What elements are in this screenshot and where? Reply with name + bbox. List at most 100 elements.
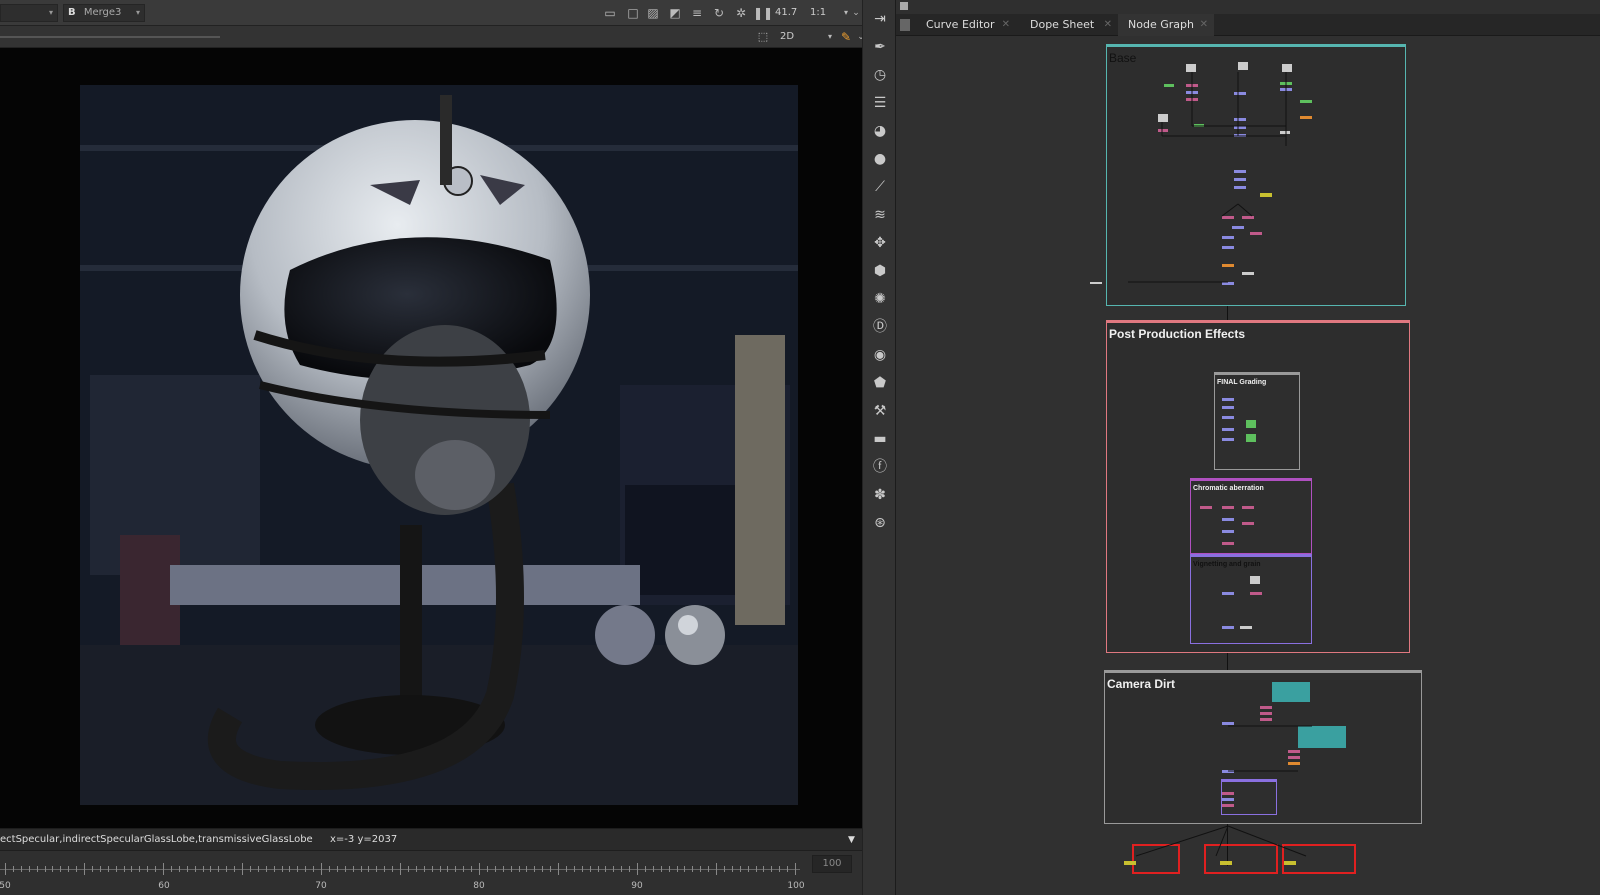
timeline-tick bbox=[526, 866, 528, 872]
chevron-down-icon: ▾ bbox=[48, 8, 53, 17]
timeline-tick bbox=[139, 866, 141, 872]
write-node-3[interactable] bbox=[1282, 844, 1356, 874]
rendered-image bbox=[80, 85, 798, 805]
toolsets-icon[interactable]: ⚒ bbox=[871, 402, 889, 420]
channel-icon[interactable]: ☰ bbox=[871, 94, 889, 112]
overlay-icon[interactable]: ◩ bbox=[667, 5, 683, 21]
circle-icon[interactable]: ● bbox=[871, 150, 889, 168]
close-icon[interactable]: ✕ bbox=[1002, 14, 1010, 36]
timeline-tick bbox=[249, 866, 251, 872]
color-wheel-icon[interactable]: ◕ bbox=[871, 122, 889, 140]
write-node-1[interactable] bbox=[1132, 844, 1180, 874]
pick-color-icon[interactable]: ✎ bbox=[838, 29, 854, 45]
backdrop-vignetting[interactable]: Vignetting and grain bbox=[1190, 554, 1312, 644]
tick-label: 60 bbox=[158, 881, 170, 891]
timeline-tick bbox=[344, 866, 346, 872]
filter-icon[interactable]: ⟋ bbox=[871, 178, 889, 196]
viewer-panel: ▾ B Merge3 ▾ ▭ □ ▨ ◩ ≡ ↻ ✲ ❚❚ 41.7 1:1 ▾… bbox=[0, 0, 865, 895]
write-node-2[interactable] bbox=[1204, 844, 1278, 874]
chevron-down-icon: ▾ bbox=[135, 8, 140, 17]
channels-icon[interactable]: ≡ bbox=[689, 5, 705, 21]
timeline[interactable]: 50 60 70 80 90 100 100 bbox=[0, 850, 862, 895]
input-a-dropdown[interactable]: ▾ bbox=[0, 4, 58, 22]
timeline-tick bbox=[747, 866, 749, 872]
timeline-tick bbox=[558, 863, 559, 875]
timeline-tick bbox=[471, 866, 473, 872]
nukex-icon[interactable]: ✽ bbox=[871, 486, 889, 504]
region-icon[interactable]: □ bbox=[625, 5, 641, 21]
timer-icon[interactable]: ◷ bbox=[871, 66, 889, 84]
roto-pen-icon[interactable]: ✒ bbox=[871, 38, 889, 56]
timeline-tick bbox=[376, 866, 378, 872]
view-mode[interactable]: 2D bbox=[780, 31, 794, 42]
backdrop-chromatic-aberration[interactable]: Chromatic aberration bbox=[1190, 478, 1312, 554]
settings-icon[interactable]: ✲ bbox=[733, 5, 749, 21]
select-region-icon[interactable]: ⬚ bbox=[755, 29, 771, 45]
gain-slider[interactable] bbox=[0, 36, 220, 38]
node[interactable] bbox=[1090, 282, 1102, 284]
wipe-icon[interactable]: ▨ bbox=[645, 5, 661, 21]
node-graph-canvas[interactable]: Base Post Production Effects FINAL Gradi… bbox=[896, 36, 1600, 895]
backdrop-final-grading[interactable]: FINAL Grading bbox=[1214, 372, 1300, 470]
chevron-down-icon[interactable]: ▾ bbox=[822, 29, 838, 45]
timeline-tick bbox=[12, 866, 14, 872]
timeline-tick bbox=[273, 866, 275, 872]
timeline-tick bbox=[115, 866, 117, 872]
metadata-icon[interactable]: ⬟ bbox=[871, 374, 889, 392]
read-node-dirt-1[interactable] bbox=[1272, 682, 1310, 702]
timeline-tick bbox=[431, 866, 433, 872]
timeline-tick bbox=[400, 863, 401, 875]
timeline-tick bbox=[716, 863, 717, 875]
read-node-dirt-2[interactable] bbox=[1298, 726, 1346, 748]
roi-icon[interactable]: ▭ bbox=[602, 5, 618, 21]
cara-icon[interactable]: ⊛ bbox=[871, 514, 889, 532]
end-frame-field[interactable]: 100 bbox=[812, 855, 852, 873]
viewer-canvas[interactable] bbox=[0, 48, 862, 828]
timeline-tick bbox=[210, 866, 212, 872]
timeline-tick bbox=[415, 866, 417, 872]
timeline-tick bbox=[52, 866, 54, 872]
panel-menu-icon[interactable]: ⇥ bbox=[871, 10, 889, 28]
particles-icon[interactable]: ✺ bbox=[871, 290, 889, 308]
timeline-tick bbox=[795, 863, 796, 875]
status-dropdown-icon[interactable]: ▼ bbox=[848, 829, 855, 851]
backdrop-dirt-merge[interactable] bbox=[1221, 779, 1277, 815]
timeline-tick bbox=[218, 866, 220, 872]
backdrop-base[interactable]: Base bbox=[1106, 44, 1406, 306]
timeline-tick bbox=[76, 866, 78, 872]
viewer-status-bar: ectSpecular,indirectSpecularGlassLobe,tr… bbox=[0, 828, 862, 850]
input-b-dropdown[interactable]: B Merge3 ▾ bbox=[63, 4, 145, 22]
timeline-tick bbox=[771, 866, 773, 872]
tab-dope-sheet[interactable]: Dope Sheet ✕ bbox=[1020, 14, 1118, 36]
pause-icon[interactable]: ❚❚ bbox=[753, 5, 773, 21]
transform-icon[interactable]: ✥ bbox=[871, 234, 889, 252]
tab-curve-editor[interactable]: Curve Editor ✕ bbox=[916, 14, 1016, 36]
input-b-label: B bbox=[68, 7, 76, 18]
timeline-tick bbox=[629, 866, 631, 872]
backdrop-title: FINAL Grading bbox=[1217, 379, 1267, 386]
tick-label: 100 bbox=[787, 881, 805, 891]
close-icon[interactable]: ✕ bbox=[1104, 14, 1112, 36]
backdrop-title: Chromatic aberration bbox=[1193, 485, 1264, 492]
other-icon[interactable]: ▬ bbox=[871, 430, 889, 448]
layers-icon[interactable]: ≋ bbox=[871, 206, 889, 224]
nodes-toolbar: ⇥ ✒ ◷ ☰ ◕ ● ⟋ ≋ ✥ ⬢ ✺ Ⓓ ◉ ⬟ ⚒ ▬ ⓕ ✽ ⊛ bbox=[862, 0, 896, 895]
deep-icon[interactable]: Ⓓ bbox=[871, 318, 889, 336]
views-icon[interactable]: ◉ bbox=[871, 346, 889, 364]
furnace-icon[interactable]: ⓕ bbox=[871, 458, 889, 476]
content-menu-icon[interactable] bbox=[900, 19, 910, 31]
close-icon[interactable]: ✕ bbox=[1200, 14, 1208, 36]
3d-cube-icon[interactable]: ⬢ bbox=[871, 262, 889, 280]
helmet-render-image bbox=[80, 85, 798, 805]
timeline-tick bbox=[28, 866, 30, 872]
viewer-toolbar: ▾ B Merge3 ▾ ▭ □ ▨ ◩ ≡ ↻ ✲ ❚❚ 41.7 1:1 ▾… bbox=[0, 0, 862, 26]
panel-handle-icon[interactable] bbox=[900, 2, 908, 10]
timeline-tick bbox=[621, 866, 623, 872]
timeline-tick bbox=[234, 866, 236, 872]
ratio-value[interactable]: 1:1 bbox=[810, 7, 826, 18]
tab-node-graph[interactable]: Node Graph ✕ bbox=[1118, 14, 1214, 36]
zoom-level[interactable]: 41.7 bbox=[775, 7, 797, 18]
refresh-icon[interactable]: ↻ bbox=[711, 5, 727, 21]
backdrop-title: Base bbox=[1109, 51, 1137, 65]
timeline-tick bbox=[447, 866, 449, 872]
